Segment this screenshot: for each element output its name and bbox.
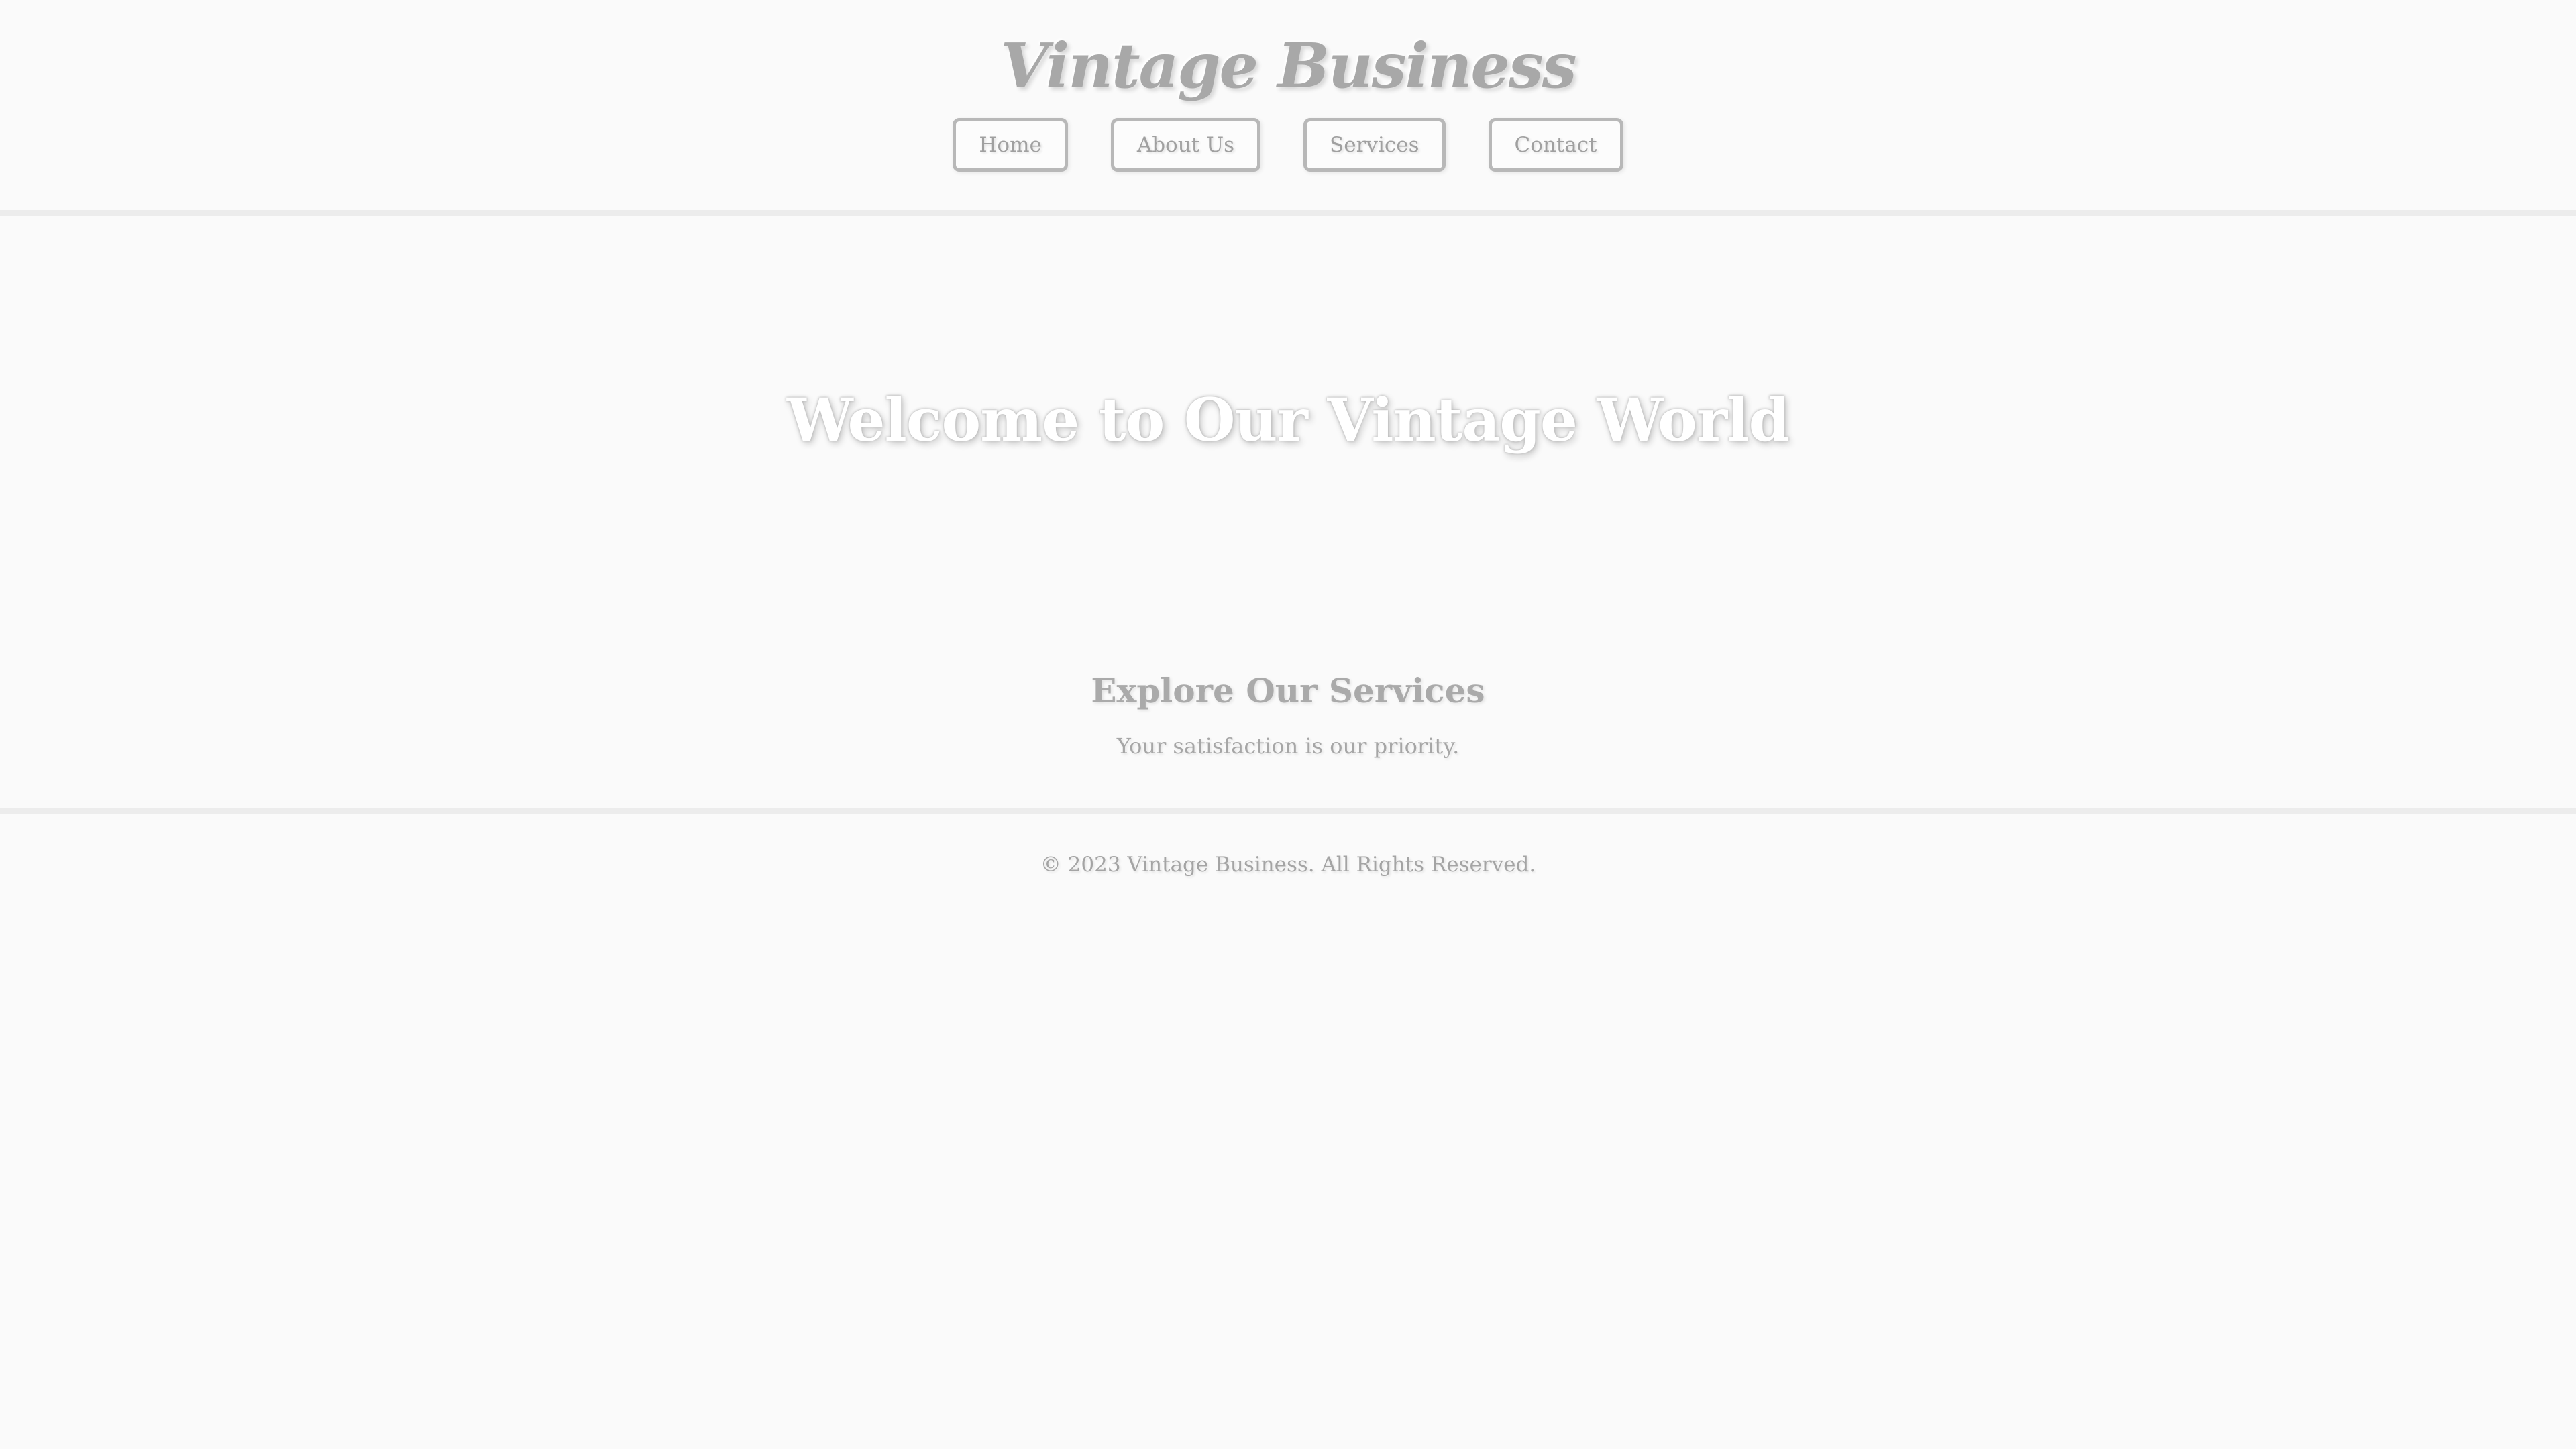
- footer-copyright: © 2023 Vintage Business. All Rights Rese…: [1040, 853, 1536, 877]
- nav-contact-button[interactable]: Contact: [1488, 118, 1623, 172]
- site-header: Vintage Business Home About Us Services …: [0, 0, 2576, 216]
- main-nav: Home About Us Services Contact: [0, 118, 2576, 172]
- page: Vintage Business Home About Us Services …: [0, 0, 2576, 1449]
- site-footer: © 2023 Vintage Business. All Rights Rese…: [0, 808, 2576, 908]
- hero-section: Welcome to Our Vintage World: [0, 216, 2576, 639]
- hero-title: Welcome to Our Vintage World: [786, 385, 1790, 455]
- services-section: Explore Our Services Your satisfaction i…: [0, 657, 2576, 808]
- nav-services-button[interactable]: Services: [1303, 118, 1446, 172]
- nav-about-us-button[interactable]: About Us: [1110, 118, 1261, 172]
- services-title: Explore Our Services: [1091, 671, 1485, 710]
- brand-logo[interactable]: Vintage Business: [0, 25, 2576, 106]
- services-subtitle: Your satisfaction is our priority.: [1116, 733, 1460, 759]
- nav-home-button[interactable]: Home: [953, 118, 1068, 172]
